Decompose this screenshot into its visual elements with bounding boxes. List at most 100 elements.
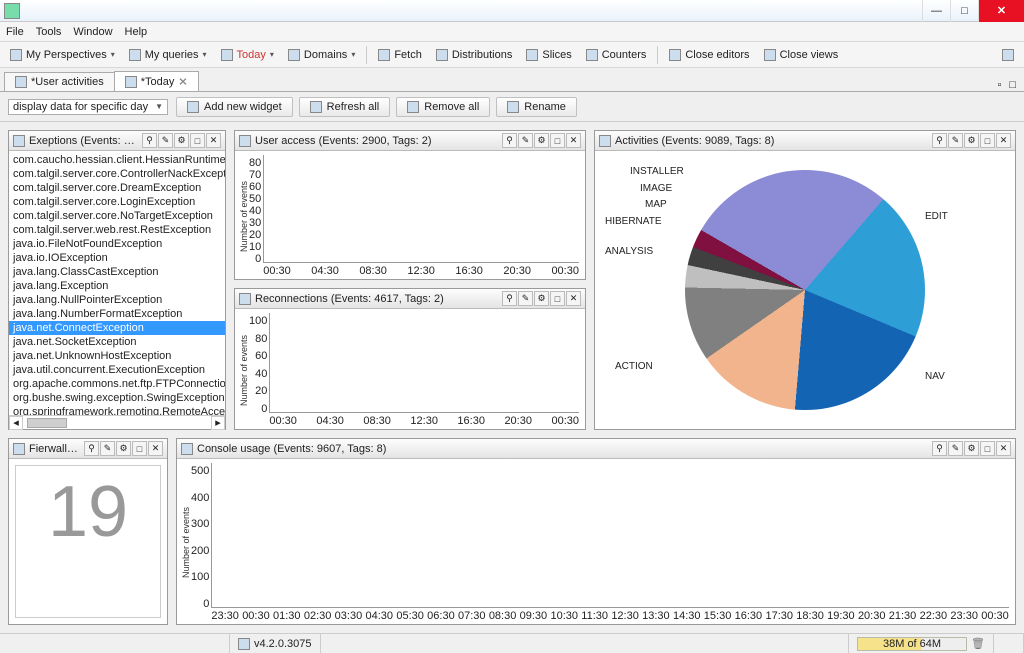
pie-label-image: IMAGE <box>640 183 672 194</box>
exceptions-list[interactable]: com.caucho.hessian.client.HessianRuntime… <box>9 151 225 415</box>
btn-add-new-widget[interactable]: Add new widget <box>176 97 293 117</box>
exception-item[interactable]: com.caucho.hessian.client.HessianRuntime… <box>9 153 225 167</box>
counters-icon <box>586 49 598 61</box>
toolbar-fetch[interactable]: Fetch <box>372 47 428 63</box>
exception-item[interactable]: com.talgil.server.core.LoginException <box>9 195 225 209</box>
toolbar-my-queries[interactable]: My queries▾ <box>123 47 213 63</box>
console-usage-chart: Number of events500400300200100023:3000:… <box>177 459 1015 624</box>
exceptions-hscrollbar[interactable]: ◂▸ <box>9 415 225 429</box>
close-icon[interactable]: ✕ <box>206 133 221 148</box>
exception-item[interactable]: org.springframework.remoting.RemoteAcces… <box>9 405 225 415</box>
close-icon[interactable]: ✕ <box>996 133 1011 148</box>
toolbar-distributions[interactable]: Distributions <box>430 47 519 63</box>
menu-tools[interactable]: Tools <box>36 26 62 38</box>
exception-item[interactable]: java.lang.NumberFormatException <box>9 307 225 321</box>
chevron-down-icon: ▼ <box>155 102 163 111</box>
maximize-icon[interactable]: □ <box>132 441 147 456</box>
activities-pie-chart: EDITNAVACTIONANALYSISHIBERNATEMAPIMAGEIN… <box>595 151 1015 429</box>
maximize-icon[interactable]: □ <box>190 133 205 148</box>
toolbar-my-perspectives[interactable]: My Perspectives▾ <box>4 47 121 63</box>
exception-item[interactable]: com.talgil.server.web.rest.RestException <box>9 223 225 237</box>
pin-icon[interactable]: ⚲ <box>932 441 947 456</box>
pin-icon[interactable]: ⚲ <box>502 291 517 306</box>
my-queries-icon <box>129 49 141 61</box>
settings-icon[interactable]: ⚙ <box>964 133 979 148</box>
settings-icon[interactable]: ⚙ <box>116 441 131 456</box>
settings-icon[interactable]: ⚙ <box>964 441 979 456</box>
settings-icon[interactable]: ⚙ <box>534 133 549 148</box>
close-button[interactable]: ✕ <box>978 0 1024 22</box>
tools-icon[interactable]: ✎ <box>948 441 963 456</box>
minimize-button[interactable]: — <box>922 0 950 22</box>
exception-item[interactable]: com.talgil.server.core.DreamException <box>9 181 225 195</box>
menu-file[interactable]: File <box>6 26 24 38</box>
toolbar-close-editors[interactable]: Close editors <box>663 47 755 63</box>
minimize-view-icon[interactable]: ▫ <box>993 79 1005 91</box>
version-label: v4.2.0.3075 <box>254 638 312 650</box>
close-tab-icon[interactable]: ⨯ <box>178 75 187 88</box>
exception-item[interactable]: com.talgil.server.core.ControllerNackExc… <box>9 167 225 181</box>
tools-icon[interactable]: ✎ <box>948 133 963 148</box>
maximize-icon[interactable]: □ <box>980 133 995 148</box>
user-access-title: User access (Events: 2900, Tags: 2) <box>255 135 498 147</box>
menubar: File Tools Window Help <box>0 22 1024 42</box>
exception-item[interactable]: java.lang.NullPointerException <box>9 293 225 307</box>
settings-icon[interactable]: ⚙ <box>534 291 549 306</box>
close-icon[interactable]: ✕ <box>148 441 163 456</box>
display-mode-select[interactable]: display data for specific day ▼ <box>8 99 168 115</box>
display-mode-value: display data for specific day <box>13 101 148 113</box>
maximize-button[interactable]: □ <box>950 0 978 22</box>
pin-icon[interactable]: ⚲ <box>502 133 517 148</box>
toolbar-domains[interactable]: Domains▾ <box>282 47 361 63</box>
toolbar-slices[interactable]: Slices <box>520 47 577 63</box>
tab-useractivities[interactable]: *User activities <box>4 72 115 91</box>
tools-icon[interactable]: ✎ <box>100 441 115 456</box>
exception-item[interactable]: org.apache.commons.net.ftp.FTPConnection… <box>9 377 225 391</box>
toolbar-close-views[interactable]: Close views <box>758 47 845 63</box>
trash-icon[interactable]: 🗑 <box>971 637 985 650</box>
close-icon[interactable]: ✕ <box>996 441 1011 456</box>
menu-window[interactable]: Window <box>73 26 112 38</box>
exceptions-title: Exeptions (Events: 408, ... <box>29 135 138 147</box>
exception-item[interactable]: java.net.ConnectException <box>9 321 225 335</box>
user-access-panel: User access (Events: 2900, Tags: 2) ⚲✎⚙□… <box>234 130 586 280</box>
tools-icon[interactable]: ✎ <box>158 133 173 148</box>
btn-refresh-all[interactable]: Refresh all <box>299 97 391 117</box>
close-icon[interactable]: ✕ <box>566 291 581 306</box>
chevron-down-icon: ▾ <box>351 50 355 59</box>
exception-item[interactable]: java.io.FileNotFoundException <box>9 237 225 251</box>
maximize-icon[interactable]: □ <box>980 441 995 456</box>
console-usage-title: Console usage (Events: 9607, Tags: 8) <box>197 443 928 455</box>
maximize-view-icon[interactable]: □ <box>1005 79 1020 91</box>
exception-item[interactable]: com.talgil.server.core.NoTargetException <box>9 209 225 223</box>
exception-item[interactable]: java.lang.ClassCastException <box>9 265 225 279</box>
pin-icon[interactable]: ⚲ <box>932 133 947 148</box>
reconnections-icon <box>239 293 251 305</box>
tools-icon[interactable]: ✎ <box>518 291 533 306</box>
perspective-button[interactable] <box>996 47 1020 63</box>
pin-icon[interactable]: ⚲ <box>142 133 157 148</box>
settings-icon[interactable]: ⚙ <box>174 133 189 148</box>
btn-remove-all[interactable]: Remove all <box>396 97 490 117</box>
exception-item[interactable]: java.lang.Exception <box>9 279 225 293</box>
close-icon[interactable]: ✕ <box>566 133 581 148</box>
my-perspectives-icon <box>10 49 22 61</box>
exception-item[interactable]: java.util.concurrent.ExecutionException <box>9 363 225 377</box>
exception-item[interactable]: java.net.UnknownHostException <box>9 349 225 363</box>
tab-today[interactable]: *Today⨯ <box>114 71 199 91</box>
exception-item[interactable]: java.net.SocketException <box>9 335 225 349</box>
toolbar-counters[interactable]: Counters <box>580 47 653 63</box>
dashboard-toolbar: display data for specific day ▼ Add new … <box>0 92 1024 122</box>
maximize-icon[interactable]: □ <box>550 133 565 148</box>
activities-panel: Activities (Events: 9089, Tags: 8) ⚲✎⚙□✕… <box>594 130 1016 430</box>
menu-help[interactable]: Help <box>125 26 148 38</box>
exception-item[interactable]: java.io.IOException <box>9 251 225 265</box>
tools-icon[interactable]: ✎ <box>518 133 533 148</box>
activities-title: Activities (Events: 9089, Tags: 8) <box>615 135 928 147</box>
pin-icon[interactable]: ⚲ <box>84 441 99 456</box>
toolbar-today[interactable]: Today▾ <box>215 47 280 63</box>
exception-item[interactable]: org.bushe.swing.exception.SwingException <box>9 391 225 405</box>
btn-rename[interactable]: Rename <box>496 97 577 117</box>
distributions-icon <box>436 49 448 61</box>
maximize-icon[interactable]: □ <box>550 291 565 306</box>
